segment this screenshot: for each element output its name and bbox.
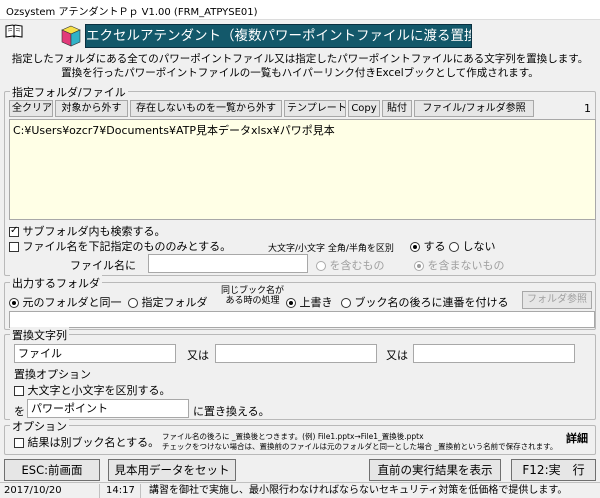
not-contains-radio[interactable] (414, 261, 424, 271)
window-title: Ozsystem アテンダントＰｐ V1.00 (FRM_ATPYSE01) (0, 0, 600, 20)
options-note-line-2: チェックをつけない場合は、置換前のファイルは元のフォルダと同一とした場合 _置換… (162, 442, 558, 451)
details-link[interactable]: 詳細 (566, 430, 588, 446)
case-yes-radio[interactable] (410, 242, 420, 252)
case-sensitive-label: 大文字と小文字を区別する。 (27, 384, 171, 397)
same-name-label-line-1: 同じブック名が (221, 286, 285, 296)
separate-book-label: 結果は別ブック名とする。 (27, 436, 160, 449)
item-count: 1 (584, 102, 591, 115)
status-date: 2017/10/20 (4, 485, 62, 496)
output-folder-input[interactable] (9, 311, 595, 328)
list-item[interactable]: C:¥Users¥ozcr7¥Documents¥ATP見本データxlsx¥パワ… (13, 122, 592, 138)
case-distinction-label: 大文字/小文字 全角/半角を区別 (268, 244, 394, 254)
include-subfolders-label: サブフォルダ内も検索する。 (22, 225, 166, 238)
clear-all-button[interactable]: 全クリア (9, 100, 53, 117)
same-folder-label: 元のフォルダと同一 (22, 296, 122, 309)
case-sensitive-checkbox[interactable] (14, 386, 24, 396)
separate-book-checkbox[interactable] (14, 438, 24, 448)
target-list[interactable]: C:¥Users¥ozcr7¥Documents¥ATP見本データxlsx¥パワ… (9, 119, 596, 220)
description: 指定したフォルダにある全てのパワーポイントファイル又は指定したパワーポイントファ… (0, 52, 600, 80)
specified-folder-label: 指定フォルダ (141, 296, 208, 309)
status-time: 14:17 (99, 484, 135, 498)
filename-only-option[interactable]: ファイル名を下記指定のもののみとする。 (9, 238, 231, 254)
overwrite-radio[interactable] (286, 298, 296, 308)
replace-suffix-label: に置き換える。 (193, 405, 270, 418)
case-no-label: しない (462, 240, 496, 253)
cube-logo-icon (60, 24, 82, 48)
same-folder-option[interactable]: 元のフォルダと同一 (9, 294, 122, 310)
case-no-radio[interactable] (449, 242, 459, 252)
to-prefix-label: を (14, 405, 25, 418)
replace-group-label: 置換文字列 (10, 327, 69, 343)
options-group-label: オプション (10, 418, 69, 434)
description-line-2: 置換を行ったパワーポイントファイルの一覧もハイパーリンク付きExcelブックとし… (61, 67, 539, 79)
filename-only-checkbox[interactable] (9, 242, 19, 252)
append-number-label: ブック名の後ろに連番を付ける (354, 296, 509, 309)
case-no-option[interactable]: しない (449, 238, 496, 254)
search-string-2-input[interactable] (215, 344, 377, 363)
folder-browse-button[interactable]: フォルダ参照 (522, 291, 592, 309)
specified-folder-radio[interactable] (128, 298, 138, 308)
filename-only-label: ファイル名を下記指定のもののみとする。 (22, 240, 232, 253)
status-bar: 2017/10/20 14:17 講習を御社で実施し、最小限行わなければならない… (0, 482, 600, 498)
template-button[interactable]: テンプレート (284, 100, 346, 117)
options-note-line-1: ファイル名の後ろに _置換後とつきます。(例) File1.pptx→File1… (162, 432, 424, 441)
search-string-3-input[interactable] (413, 344, 575, 363)
description-line-1: 指定したフォルダにある全てのパワーポイントファイル又は指定したパワーポイントファ… (11, 53, 589, 65)
same-name-label-line-2: ある時の処理 (225, 296, 280, 306)
output-group-label: 出力するフォルダ (10, 275, 102, 291)
separate-book-option[interactable]: 結果は別ブック名とする。 (14, 434, 159, 450)
specified-folder-option[interactable]: 指定フォルダ (128, 294, 208, 310)
run-button[interactable]: F12:実 行 (511, 459, 596, 481)
or-label-1: 又は (187, 349, 209, 362)
filename-input[interactable] (148, 254, 308, 273)
copy-button[interactable]: Copy (348, 100, 380, 117)
overwrite-label: 上書き (299, 296, 333, 309)
or-label-2: 又は (386, 349, 408, 362)
search-string-1-input[interactable]: ファイル (14, 344, 176, 363)
browse-file-folder-button[interactable]: ファイル/フォルダ参照 (414, 100, 534, 117)
esc-previous-button[interactable]: ESC:前画面 (4, 459, 100, 481)
filename-label: ファイル名に (70, 259, 136, 272)
contains-option[interactable]: を含むもの (316, 257, 385, 273)
not-contains-label: を含まないもの (427, 259, 505, 272)
include-subfolders-checkbox[interactable] (9, 225, 19, 237)
not-contains-option[interactable]: を含まないもの (414, 257, 505, 273)
show-last-result-button[interactable]: 直前の実行結果を表示 (369, 459, 501, 481)
remove-selected-button[interactable]: 対象から外す (55, 100, 128, 117)
status-message: 講習を御社で実施し、最小限行わなければならないセキュリティ対策を低価格で提供しま… (140, 484, 600, 498)
target-group-label: 指定フォルダ/ファイル (10, 84, 128, 100)
book-icon[interactable] (5, 24, 23, 38)
remove-missing-button[interactable]: 存在しないものを一覧から外す (130, 100, 282, 117)
same-name-label: 同じブック名が ある時の処理 (221, 286, 284, 306)
banner-title: エクセルアテンダント（複数パワーポイントファイルに渡る置換） (85, 24, 472, 48)
replacement-input[interactable]: パワーポイント (27, 399, 189, 418)
case-yes-label: する (423, 240, 446, 253)
contains-radio[interactable] (316, 261, 326, 271)
same-folder-radio[interactable] (9, 298, 19, 308)
replace-options-label: 置換オプション (14, 368, 91, 381)
options-note: ファイル名の後ろに _置換後とつきます。(例) File1.pptx→File1… (162, 432, 557, 452)
case-yes-option[interactable]: する (410, 238, 446, 254)
append-number-radio[interactable] (341, 298, 351, 308)
include-subfolders-option[interactable]: サブフォルダ内も検索する。 (9, 223, 166, 239)
set-sample-data-button[interactable]: 見本用データをセット (108, 459, 236, 481)
append-number-option[interactable]: ブック名の後ろに連番を付ける (341, 294, 509, 310)
paste-button[interactable]: 貼付 (382, 100, 412, 117)
overwrite-option[interactable]: 上書き (286, 294, 333, 310)
case-sensitive-option[interactable]: 大文字と小文字を区別する。 (14, 382, 171, 398)
contains-label: を含むもの (329, 259, 385, 272)
